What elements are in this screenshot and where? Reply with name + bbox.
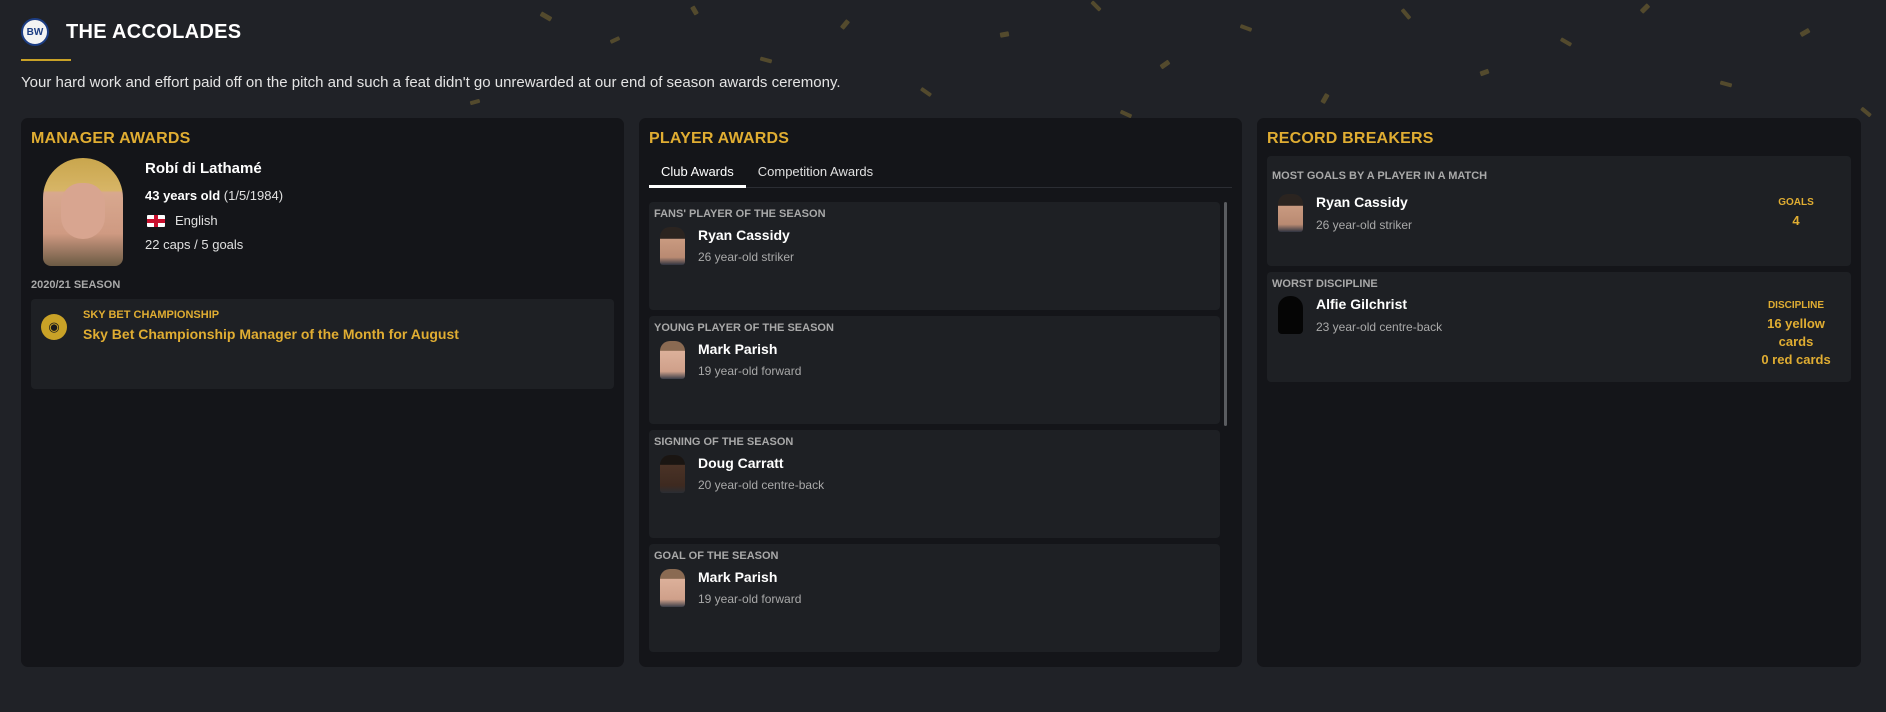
award-name: Sky Bet Championship Manager of the Mont… xyxy=(83,326,459,342)
manager-caps: 22 caps / 5 goals xyxy=(145,237,244,252)
award-competition: SKY BET CHAMPIONSHIP xyxy=(83,309,220,321)
award-title: GOAL OF THE SEASON xyxy=(654,550,779,562)
player-portrait xyxy=(1278,194,1303,232)
player-name[interactable]: Ryan Cassidy xyxy=(1316,194,1408,210)
award-card-young-player[interactable]: YOUNG PLAYER OF THE SEASON Mark Parish 1… xyxy=(649,316,1220,424)
player-portrait xyxy=(660,569,685,607)
stat-value-yellow: 16 yellow cards xyxy=(1767,316,1825,349)
stat-label: GOALS xyxy=(1778,197,1814,208)
record-card-worst-discipline[interactable]: WORST DISCIPLINE Alfie Gilchrist 23 year… xyxy=(1267,272,1851,382)
tab-club-awards[interactable]: Club Awards xyxy=(649,158,746,188)
record-stat: DISCIPLINE 16 yellow cards 0 red cards xyxy=(1751,300,1841,369)
manager-age-years: 43 years old xyxy=(145,188,221,203)
award-card-fans-player[interactable]: FANS' PLAYER OF THE SEASON Ryan Cassidy … xyxy=(649,202,1220,310)
stat-value-red: 0 red cards xyxy=(1761,352,1831,367)
player-silhouette-icon xyxy=(1278,296,1303,334)
nationality-label: English xyxy=(175,213,218,228)
award-list-scrollbar[interactable] xyxy=(1224,202,1227,426)
player-name[interactable]: Ryan Cassidy xyxy=(698,227,790,243)
stat-value: 4 xyxy=(1792,213,1800,228)
england-flag-icon xyxy=(147,214,165,227)
award-card-signing[interactable]: SIGNING OF THE SEASON Doug Carratt 20 ye… xyxy=(649,430,1220,538)
record-stat: GOALS 4 xyxy=(1751,197,1841,230)
player-description: 19 year-old forward xyxy=(698,592,802,606)
tab-competition-awards[interactable]: Competition Awards xyxy=(746,158,885,188)
manager-portrait[interactable] xyxy=(43,158,123,266)
manager-award-card[interactable]: ◉ SKY BET CHAMPIONSHIP Sky Bet Champions… xyxy=(31,299,614,389)
record-breakers-panel: RECORD BREAKERS MOST GOALS BY A PLAYER I… xyxy=(1257,118,1861,667)
player-description: 23 year-old centre-back xyxy=(1316,320,1443,334)
record-card-most-goals[interactable]: MOST GOALS BY A PLAYER IN A MATCH Ryan C… xyxy=(1267,156,1851,266)
award-card-goal[interactable]: GOAL OF THE SEASON Mark Parish 19 year-o… xyxy=(649,544,1220,652)
manager-name[interactable]: Robí di Lathamé xyxy=(145,160,262,177)
manager-awards-panel: MANAGER AWARDS Robí di Lathamé 43 years … xyxy=(21,118,624,667)
awards-tabs: Club Awards Competition Awards xyxy=(649,158,1232,188)
award-medal-icon: ◉ xyxy=(41,314,67,340)
panel-title: PLAYER AWARDS xyxy=(649,130,790,147)
panel-title: MANAGER AWARDS xyxy=(31,130,191,147)
player-name[interactable]: Mark Parish xyxy=(698,341,777,357)
award-title: FANS' PLAYER OF THE SEASON xyxy=(654,208,826,220)
page-title: THE ACCOLADES xyxy=(66,20,242,43)
manager-dob: (1/5/1984) xyxy=(223,188,284,203)
player-name[interactable]: Doug Carratt xyxy=(698,455,784,471)
player-portrait xyxy=(660,227,685,265)
player-description: 26 year-old striker xyxy=(698,250,795,264)
player-name[interactable]: Mark Parish xyxy=(698,569,777,585)
manager-age: 43 years old (1/5/1984) xyxy=(145,188,283,203)
award-title: SIGNING OF THE SEASON xyxy=(654,436,794,448)
player-description: 19 year-old forward xyxy=(698,364,802,378)
intro-text: Your hard work and effort paid off on th… xyxy=(21,74,841,91)
player-awards-panel: PLAYER AWARDS Club Awards Competition Aw… xyxy=(639,118,1242,667)
player-portrait xyxy=(660,341,685,379)
player-name[interactable]: Alfie Gilchrist xyxy=(1316,296,1407,312)
panel-title: RECORD BREAKERS xyxy=(1267,130,1434,147)
club-crest-icon: BW xyxy=(21,18,49,46)
player-description: 26 year-old striker xyxy=(1316,218,1413,232)
page-header: BW THE ACCOLADES xyxy=(21,18,241,46)
record-title: WORST DISCIPLINE xyxy=(1272,278,1378,290)
title-underline xyxy=(21,59,71,61)
manager-nationality[interactable]: English xyxy=(147,213,218,228)
record-title: MOST GOALS BY A PLAYER IN A MATCH xyxy=(1272,170,1488,182)
season-label: 2020/21 SEASON xyxy=(31,279,121,291)
player-portrait xyxy=(660,455,685,493)
player-description: 20 year-old centre-back xyxy=(698,478,825,492)
award-title: YOUNG PLAYER OF THE SEASON xyxy=(654,322,834,334)
stat-label: DISCIPLINE xyxy=(1767,300,1825,311)
